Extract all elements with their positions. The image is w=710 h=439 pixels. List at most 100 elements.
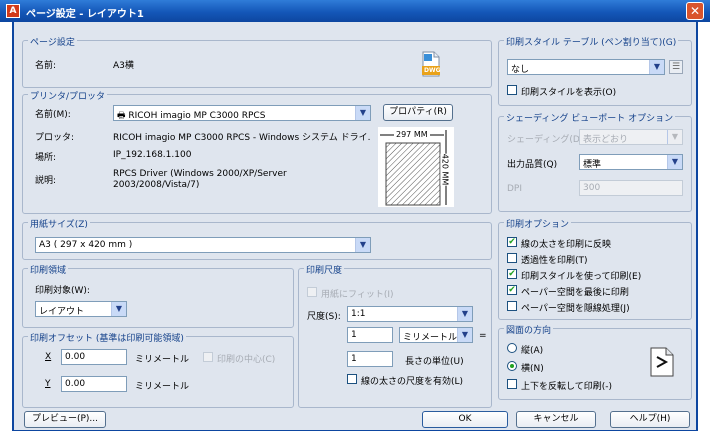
plotter-label: プロッタ: bbox=[35, 133, 75, 143]
offset-x-unit: ミリメートル bbox=[135, 355, 190, 365]
location-value: IP_192.168.1.100 bbox=[113, 150, 192, 160]
display-plot-styles-label: 印刷スタイルを表示(O) bbox=[521, 88, 617, 98]
plot-option-checkbox[interactable]: ✔ bbox=[507, 237, 517, 247]
plot-area-group: 印刷領域 印刷対象(W): レイアウト ▼ bbox=[22, 263, 294, 328]
fit-to-paper-checkbox[interactable] bbox=[307, 287, 317, 297]
dpi-input[interactable]: 300 bbox=[579, 180, 683, 196]
quality-label: 出力品質(Q) bbox=[507, 160, 558, 170]
shade-plot-select[interactable]: 表示どおり ▼ bbox=[579, 129, 683, 145]
printer-legend: プリンタ/プロッタ bbox=[28, 89, 108, 102]
printer-icon: 🖶 bbox=[117, 111, 129, 121]
printer-name-select[interactable]: 🖶 RICOH imagio MP C3000 RPCS ▼ bbox=[113, 105, 371, 121]
plot-options-legend: 印刷オプション bbox=[504, 217, 572, 230]
dwg-icon-text: DWG bbox=[424, 67, 441, 74]
scale-value: 1:1 bbox=[351, 309, 366, 319]
shaded-viewport-group: シェーディング ビューポート オプション シェーディング(D) 表示どおり ▼ … bbox=[498, 111, 692, 212]
printer-name-label: 名前(M): bbox=[35, 110, 71, 120]
edit-table-icon[interactable]: ☰ bbox=[669, 60, 683, 74]
close-icon[interactable]: ✕ bbox=[686, 2, 704, 20]
scale-label: 尺度(S): bbox=[307, 312, 341, 322]
chevron-down-icon: ▼ bbox=[457, 307, 472, 321]
paper-size-group: 用紙サイズ(Z) A3 ( 297 x 420 mm ) ▼ bbox=[22, 217, 492, 260]
plot-options-group: 印刷オプション ✔ 線の太さを印刷に反映 透過性を印刷(T) ✔ 印刷スタイルを使って印… bbox=[498, 217, 692, 320]
printer-name-value: RICOH imagio MP C3000 RPCS bbox=[128, 111, 266, 121]
scale-lineweights-checkbox[interactable] bbox=[347, 374, 357, 384]
page-setup-name-label: 名前: bbox=[35, 61, 57, 71]
quality-select[interactable]: 標準 ▼ bbox=[579, 154, 683, 170]
description-value: RPCS Driver (Windows 2000/XP/Server 2003… bbox=[113, 169, 287, 190]
preview-button[interactable]: プレビュー(P)... bbox=[24, 411, 106, 428]
offset-y-input[interactable]: 0.00 bbox=[61, 376, 127, 392]
center-plot-label: 印刷の中心(C) bbox=[217, 355, 276, 365]
dwg-file-icon: DWG bbox=[421, 51, 441, 77]
offset-x-input[interactable]: 0.00 bbox=[61, 349, 127, 365]
properties-button[interactable]: プロパティ(R) bbox=[383, 104, 453, 121]
plot-style-table-group: 印刷スタイル テーブル (ペン割り当て)(G) なし ▼ ☰ 印刷スタイルを表示… bbox=[498, 35, 692, 106]
shade-plot-label: シェーディング(D) bbox=[507, 135, 584, 145]
plot-option-label: ペーパー空間を最後に印刷 bbox=[521, 288, 629, 298]
plot-style-value: なし bbox=[511, 65, 530, 75]
equals-sign: = bbox=[479, 331, 487, 341]
shade-plot-value: 表示どおり bbox=[583, 135, 629, 145]
plot-option-checkbox[interactable]: ✔ bbox=[507, 285, 517, 295]
drawing-units-input[interactable]: 1 bbox=[347, 351, 393, 367]
scale-lineweights-label: 線の太さの尺度を有効(L) bbox=[361, 377, 464, 387]
plot-scale-legend: 印刷尺度 bbox=[304, 263, 345, 276]
plot-style-legend: 印刷スタイル テーブル (ペン割り当て)(G) bbox=[504, 35, 679, 48]
orientation-legend: 図面の方向 bbox=[504, 323, 554, 336]
paper-preview: 297 MM 420 MM bbox=[378, 127, 454, 207]
portrait-label: 縦(A) bbox=[521, 346, 544, 356]
printer-group: プリンタ/プロッタ 名前(M): 🖶 RICOH imagio MP C3000… bbox=[22, 89, 492, 214]
paper-size-legend: 用紙サイズ(Z) bbox=[28, 217, 90, 230]
window-bottom-edge bbox=[12, 430, 698, 439]
offset-x-label: X bbox=[45, 352, 52, 362]
chevron-down-icon: ▼ bbox=[667, 130, 682, 144]
chevron-down-icon: ▼ bbox=[667, 155, 682, 169]
dialog-body: ページ設定 名前: A3横 DWG プリンタ/プロッタ 名前(M): 🖶 RIC… bbox=[12, 22, 698, 430]
plot-option-label: ペーパー空間を隠線処理(J) bbox=[521, 304, 630, 314]
plot-target-value: レイアウト bbox=[39, 307, 85, 317]
landscape-radio[interactable] bbox=[507, 361, 517, 371]
fit-to-paper-label: 用紙にフィット(I) bbox=[321, 290, 394, 300]
scale-select[interactable]: 1:1 ▼ bbox=[347, 306, 473, 322]
ok-button[interactable]: OK bbox=[422, 411, 508, 428]
page-setup-name-value: A3横 bbox=[113, 61, 134, 71]
paper-size-select[interactable]: A3 ( 297 x 420 mm ) ▼ bbox=[35, 237, 371, 253]
cancel-button[interactable]: キャンセル bbox=[516, 411, 596, 428]
chevron-down-icon: ▼ bbox=[355, 106, 370, 120]
preview-height-label: 420 MM bbox=[440, 153, 450, 186]
plot-target-select[interactable]: レイアウト ▼ bbox=[35, 301, 127, 317]
landscape-orientation-icon bbox=[649, 347, 675, 377]
plot-option-checkbox[interactable] bbox=[507, 253, 517, 263]
window-title: ページ設定 - レイアウト1 bbox=[26, 9, 144, 20]
landscape-label: 横(N) bbox=[521, 364, 544, 374]
paper-unit-select[interactable]: ミリメートル ▼ bbox=[399, 327, 473, 343]
offset-y-label: Y bbox=[45, 379, 51, 389]
portrait-radio[interactable] bbox=[507, 343, 517, 353]
display-plot-styles-checkbox[interactable] bbox=[507, 85, 517, 95]
plotter-value: RICOH imagio MP C3000 RPCS - Windows システ… bbox=[113, 133, 371, 143]
plot-style-select[interactable]: なし ▼ bbox=[507, 59, 665, 75]
drawing-units-label: 長さの単位(U) bbox=[405, 357, 464, 367]
plot-option-checkbox[interactable]: ✔ bbox=[507, 269, 517, 279]
paper-size-value: A3 ( 297 x 420 mm ) bbox=[39, 240, 133, 250]
plot-offset-legend: 印刷オフセット (基準は印刷可能領域) bbox=[28, 331, 186, 344]
paper-unit-value: ミリメートル bbox=[403, 333, 458, 343]
chevron-down-icon: ▼ bbox=[457, 328, 472, 342]
location-label: 場所: bbox=[35, 153, 57, 163]
upside-down-label: 上下を反転して印刷(-) bbox=[521, 382, 613, 392]
center-plot-checkbox[interactable] bbox=[203, 352, 213, 362]
background-window bbox=[0, 22, 12, 439]
paper-units-input[interactable]: 1 bbox=[347, 327, 393, 343]
help-button[interactable]: ヘルプ(H) bbox=[610, 411, 690, 428]
orientation-group: 図面の方向 縦(A) 横(N) 上下を反転して印刷(-) bbox=[498, 323, 692, 400]
plot-scale-group: 印刷尺度 用紙にフィット(I) 尺度(S): 1:1 ▼ 1 ミリメートル ▼ … bbox=[298, 263, 492, 408]
plot-option-label: 印刷スタイルを使って印刷(E) bbox=[521, 272, 642, 282]
autocad-icon: A bbox=[6, 4, 20, 18]
plot-option-checkbox[interactable] bbox=[507, 301, 517, 311]
chevron-down-icon: ▼ bbox=[355, 238, 370, 252]
chevron-down-icon: ▼ bbox=[649, 60, 664, 74]
chevron-down-icon: ▼ bbox=[111, 302, 126, 316]
plot-target-label: 印刷対象(W): bbox=[35, 286, 90, 296]
upside-down-checkbox[interactable] bbox=[507, 379, 517, 389]
